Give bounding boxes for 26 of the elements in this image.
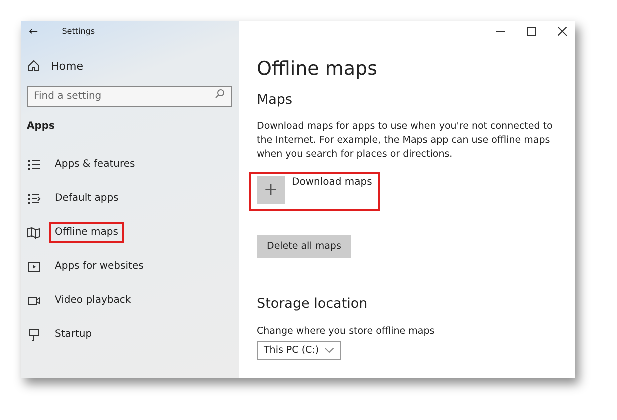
field-label: Change where you store offline maps: [257, 326, 436, 337]
download-maps-button[interactable]: + Download maps: [249, 172, 380, 211]
page-title: Offline maps: [257, 58, 378, 80]
section-heading: Storage location: [257, 296, 369, 312]
list-icon: [27, 158, 41, 172]
close-icon[interactable]: [558, 26, 567, 36]
chevron-icon: [325, 348, 334, 353]
sidebar-item[interactable]: Offline maps: [49, 222, 124, 243]
map-icon: [27, 226, 41, 240]
storage-dropdown[interactable]: This PC (C:): [257, 341, 342, 360]
window-title: Settings: [62, 26, 96, 36]
section-heading: Apps: [27, 121, 56, 132]
search-icon: [215, 89, 225, 99]
section-heading: Maps: [257, 92, 294, 108]
sidebar-item[interactable]: Default apps: [49, 188, 125, 209]
sidebar-item[interactable]: Startup: [49, 324, 98, 345]
back-button[interactable]: ←: [27, 24, 40, 38]
home-link[interactable]: Home: [51, 60, 84, 72]
sidebar-item[interactable]: Apps & features: [49, 154, 142, 175]
home-icon: [27, 59, 41, 73]
sidebar-item[interactable]: Apps for websites: [49, 256, 150, 277]
maximize-icon[interactable]: [527, 26, 536, 36]
delete-button[interactable]: Delete all maps: [257, 235, 352, 258]
sidebar-item[interactable]: Video playback: [49, 290, 138, 311]
search-field[interactable]: Find a setting: [27, 86, 232, 107]
description-text: Download maps for apps to use when you're not connected to the Internet. For example, the Maps app can use offline maps when you search for places or directions.: [257, 120, 554, 162]
